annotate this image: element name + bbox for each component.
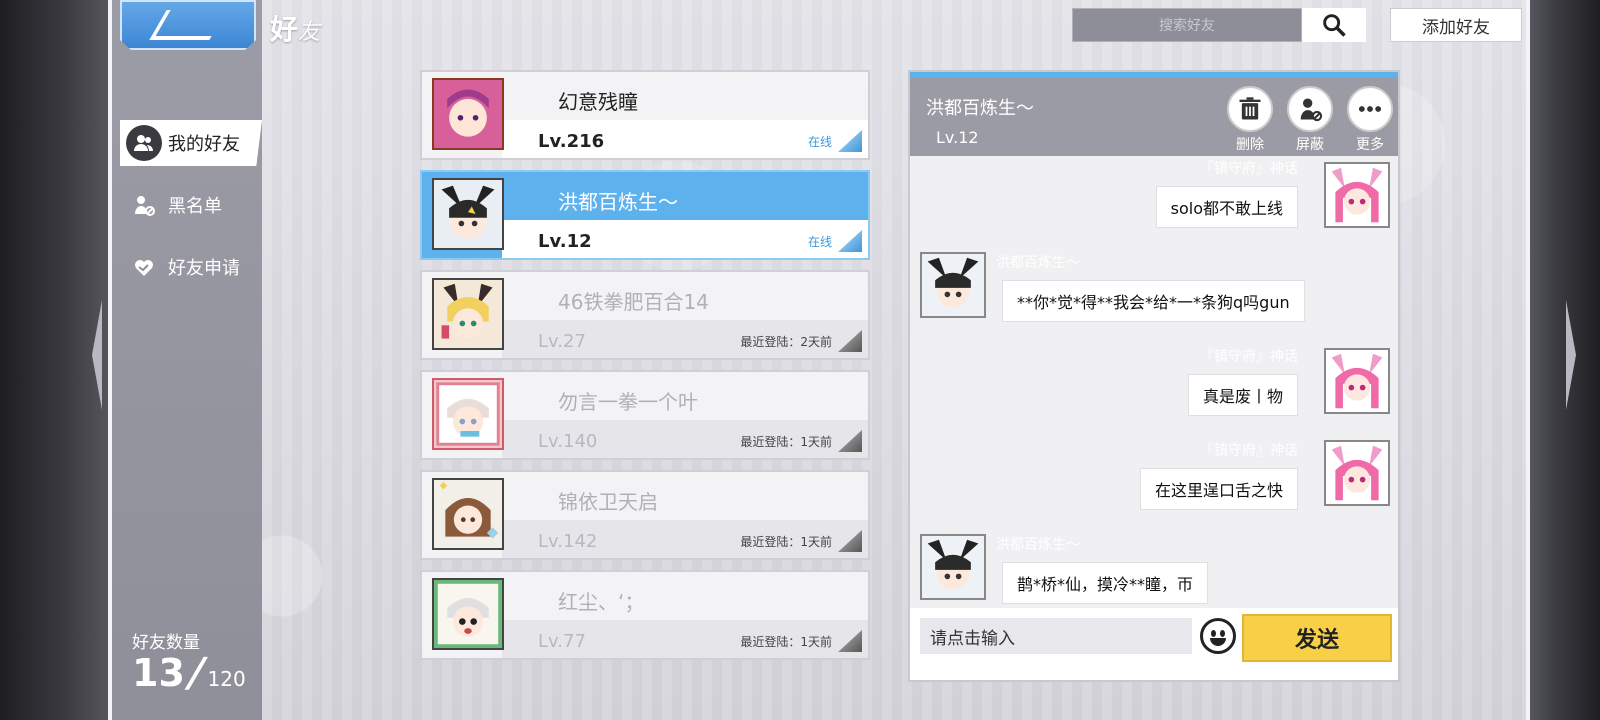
friend-status: 最近登陆：1天前 [740, 635, 832, 649]
add-friend-button[interactable]: 添加好友 [1390, 8, 1522, 42]
sender-avatar [920, 252, 986, 318]
page-title-main: 好 [270, 13, 299, 46]
delete-label: 删除 [1236, 137, 1264, 153]
message-list: 『镇守府』神话 solo都不敢上线 洪都百炼生～ **你*觉*得**我会*给*一… [910, 156, 1398, 611]
handshake-heart-icon [126, 249, 162, 285]
chat-message: 『镇守府』神话 真是废丨物 [910, 344, 1398, 424]
friend-name: 洪都百炼生～ [558, 190, 678, 214]
friends-icon [126, 125, 162, 161]
chat-message: 洪都百炼生～ 鹊*桥*仙，摸冷**瞳，帀 [910, 532, 1398, 611]
block-user-icon [1287, 86, 1333, 132]
chat-panel: 洪都百炼生～ Lv.12 删除 屏蔽 更多 『镇守府』神话 solo都不敢上线 … [908, 70, 1400, 682]
sender-avatar [1324, 162, 1390, 228]
trash-icon [1227, 86, 1273, 132]
send-button[interactable]: 发送 [1242, 614, 1392, 662]
friend-status: 最近登陆：2天前 [740, 335, 832, 349]
friend-card[interactable]: 勿言一拳一个叶 Lv.140 最近登陆：1天前 [420, 370, 870, 460]
chat-header: 洪都百炼生～ Lv.12 删除 屏蔽 更多 [910, 78, 1398, 156]
message-bubble: solo都不敢上线 [1155, 186, 1298, 228]
block-friend-button[interactable]: 屏蔽 [1286, 86, 1334, 154]
message-sender: 『镇守府』神话 [1200, 443, 1298, 459]
sidebar-item-my-friends[interactable]: 我的好友 [120, 120, 262, 166]
friend-level: Lv.77 [538, 631, 586, 652]
sidebar-item-friend-requests[interactable]: 好友申请 [120, 244, 262, 290]
message-bubble: 在这里逞口舌之快 [1139, 468, 1298, 510]
friend-level: Lv.12 [538, 231, 592, 252]
friend-name: 46铁拳肥百合14 [558, 290, 709, 314]
friend-avatar [432, 378, 504, 450]
chat-message: 洪都百炼生～ **你*觉*得**我会*给*一*条狗q吗gun [910, 250, 1398, 330]
friend-avatar [432, 578, 504, 650]
more-dots-icon [1347, 86, 1393, 132]
friend-name: 锦依卫天启 [558, 490, 658, 514]
message-bubble: **你*觉*得**我会*给*一*条狗q吗gun [1002, 280, 1305, 322]
sidebar: 我的好友 黑名单 好友申请 好友数量 13 / 120 [112, 0, 262, 720]
message-bubble: 鹊*桥*仙，摸冷**瞳，帀 [1002, 562, 1209, 604]
friend-card[interactable]: 幻意残瞳 Lv.216 在线 [420, 70, 870, 160]
back-arrow-icon [149, 10, 227, 40]
back-button[interactable] [120, 0, 256, 50]
friend-status: 在线 [807, 135, 832, 149]
message-bubble: 真是废丨物 [1187, 374, 1298, 416]
search-input[interactable]: 搜索好友 [1072, 8, 1302, 42]
more-label: 更多 [1356, 137, 1384, 153]
chat-input-bar: 发送 [910, 608, 1398, 680]
sidebar-item-label: 好友申请 [168, 258, 240, 279]
search-icon [1323, 14, 1346, 37]
message-sender: 『镇守府』神话 [1200, 349, 1298, 365]
block-label: 屏蔽 [1296, 137, 1324, 153]
chat-input[interactable] [920, 618, 1192, 654]
emoji-icon[interactable] [1200, 618, 1236, 654]
page-title: 好友 [270, 8, 320, 48]
sidebar-item-label: 黑名单 [168, 196, 222, 217]
friend-level: Lv.216 [538, 131, 605, 152]
friend-avatar [432, 78, 504, 150]
friend-level: Lv.142 [538, 531, 598, 552]
device-frame-left [0, 0, 108, 720]
friend-card[interactable]: 红尘、‘； Lv.77 最近登陆：1天前 [420, 570, 870, 660]
message-sender: 洪都百炼生～ [996, 537, 1080, 553]
sidebar-item-blacklist[interactable]: 黑名单 [120, 182, 262, 228]
friend-avatar [432, 278, 504, 350]
friend-avatar [432, 478, 504, 550]
delete-friend-button[interactable]: 删除 [1226, 86, 1274, 154]
friend-card[interactable]: 洪都百炼生～ Lv.12 在线 [420, 170, 870, 260]
sender-avatar [920, 534, 986, 600]
page-title-sub: 友 [298, 20, 321, 45]
friend-count: 13 / 120 [132, 650, 246, 696]
friend-level: Lv.140 [538, 431, 598, 452]
friend-avatar [432, 178, 504, 250]
chat-message: 『镇守府』神话 solo都不敢上线 [910, 156, 1398, 236]
count-separator: / [182, 650, 210, 696]
friend-name: 幻意残瞳 [558, 90, 638, 114]
friend-card[interactable]: 46铁拳肥百合14 Lv.27 最近登陆：2天前 [420, 270, 870, 360]
chat-partner-level: Lv.12 [936, 128, 979, 147]
friend-card[interactable]: 锦依卫天启 Lv.142 最近登陆：1天前 [420, 470, 870, 560]
friends-screen: 我的好友 黑名单 好友申请 好友数量 13 / 120 好友 搜索好友 添加好友 [108, 0, 1530, 720]
friend-status: 在线 [807, 235, 832, 249]
message-sender: 『镇守府』神话 [1200, 161, 1298, 177]
more-options-button[interactable]: 更多 [1346, 86, 1394, 154]
friend-name: 勿言一拳一个叶 [558, 390, 698, 414]
search-button[interactable] [1302, 8, 1366, 42]
friend-count-current: 13 [132, 651, 185, 695]
sender-avatar [1324, 440, 1390, 506]
friend-list: 幻意残瞳 Lv.216 在线 洪都百炼生～ Lv.12 在线 46铁拳肥百合14… [420, 70, 870, 670]
friend-level: Lv.27 [538, 331, 586, 352]
device-frame-right [1530, 0, 1600, 720]
block-user-icon [126, 187, 162, 223]
friend-status: 最近登陆：1天前 [740, 535, 832, 549]
chat-partner-name: 洪都百炼生～ [926, 94, 1034, 120]
sidebar-item-label: 我的好友 [168, 134, 240, 155]
friend-status: 最近登陆：1天前 [740, 435, 832, 449]
sender-avatar [1324, 348, 1390, 414]
friend-count-max: 120 [207, 667, 246, 691]
friend-name: 红尘、‘； [558, 590, 645, 614]
message-sender: 洪都百炼生～ [996, 255, 1080, 271]
chat-message: 『镇守府』神话 在这里逞口舌之快 [910, 438, 1398, 518]
